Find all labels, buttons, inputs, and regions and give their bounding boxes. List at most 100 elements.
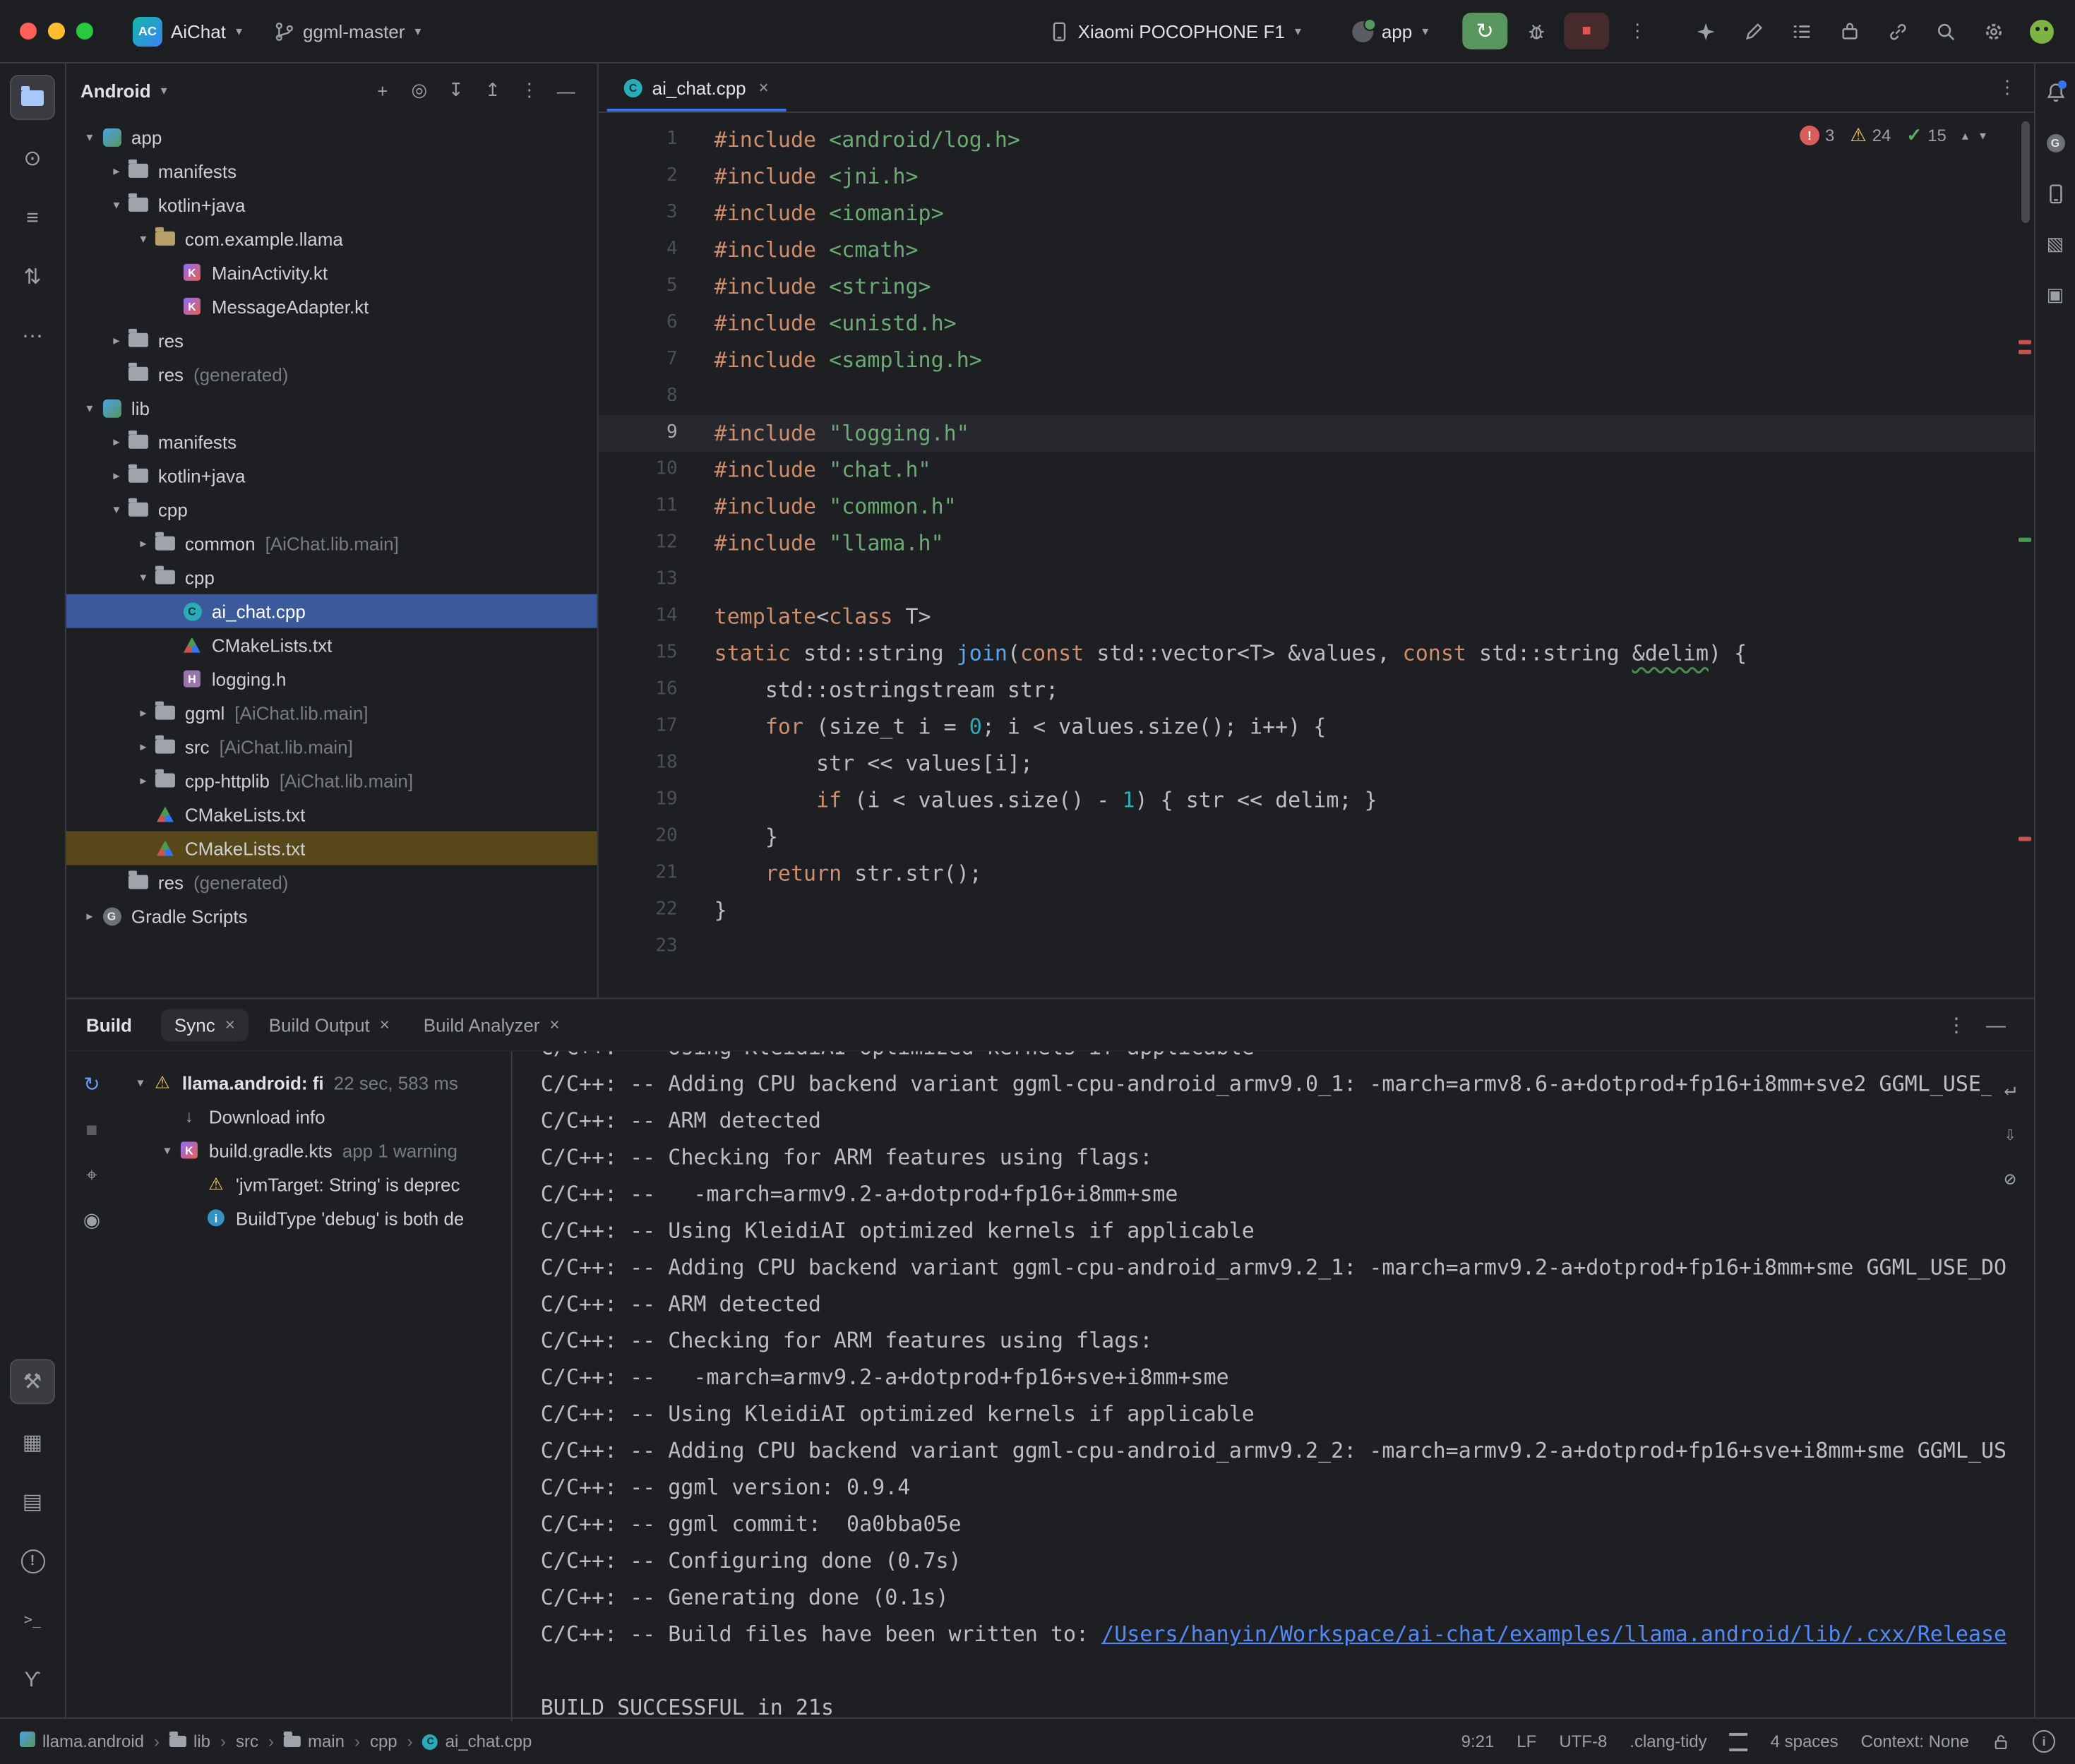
resource-manager-icon[interactable]: ▧ [2038, 227, 2072, 261]
todo-list-icon[interactable] [1784, 14, 1818, 48]
close-tab-icon[interactable]: × [759, 78, 769, 97]
project-item-gradle-scripts[interactable]: ▸GGradle Scripts [66, 899, 597, 932]
plugins-icon[interactable] [1832, 14, 1866, 48]
editor-tab-ai_chat-cpp[interactable]: C ai_chat.cpp × [607, 64, 786, 112]
rerun-button[interactable]: ↻ [1462, 13, 1507, 49]
code-line-22[interactable]: 22} [599, 892, 2034, 928]
close-tab-icon[interactable]: × [380, 1014, 390, 1034]
edit-prompt-icon[interactable] [1736, 14, 1770, 48]
gradle-icon[interactable]: G [2038, 126, 2072, 160]
project-item-cpp[interactable]: ▾cpp [66, 493, 597, 527]
line-number[interactable]: 3 [599, 195, 678, 232]
build-icon[interactable]: ⚒ [10, 1359, 55, 1404]
chevron-collapsed-icon[interactable]: ▸ [104, 434, 128, 450]
line-number[interactable]: 14 [599, 599, 678, 635]
project-item-logging-h[interactable]: Hlogging.h [66, 662, 597, 696]
code-line-8[interactable]: 8 [599, 378, 2034, 415]
project-item-app[interactable]: ▾app [66, 120, 597, 154]
code-line-20[interactable]: 20 } [599, 819, 2034, 856]
build-tab-build-analyzer[interactable]: Build Analyzer× [409, 1008, 574, 1040]
filter-icon[interactable]: ◉ [73, 1201, 110, 1237]
code-line-19[interactable]: 19 if (i < values.size() - 1) { str << d… [599, 782, 2034, 819]
close-tab-icon[interactable]: × [549, 1014, 559, 1034]
code-line-15[interactable]: 15static std::string join(const std::vec… [599, 635, 2034, 672]
previous-problem-icon[interactable]: ▴ [1962, 128, 1968, 143]
project-item-src[interactable]: ▸src[AiChat.lib.main] [66, 730, 597, 764]
close-button[interactable] [20, 23, 37, 40]
line-number[interactable]: 23 [599, 928, 678, 965]
project-item-cmakelists-txt[interactable]: CMakeLists.txt [66, 832, 597, 865]
code-line-4[interactable]: 4#include <cmath> [599, 232, 2034, 268]
device-explorer-icon[interactable]: ▦ [11, 1421, 54, 1463]
caret-position[interactable]: 9:21 [1461, 1732, 1495, 1751]
running-devices-icon[interactable]: ▣ [2038, 278, 2072, 312]
chevron-collapsed-icon[interactable]: ▸ [131, 705, 155, 721]
sync-item-build-gradle-kts[interactable]: ▾Kbuild.gradle.ktsapp 1 warning [117, 1133, 511, 1167]
project-item-common[interactable]: ▸common[AiChat.lib.main] [66, 527, 597, 560]
project-item-res[interactable]: res(generated) [66, 865, 597, 899]
settings-icon[interactable] [1976, 14, 2010, 48]
project-item-kotlin-java[interactable]: ▾kotlin+java [66, 188, 597, 222]
code-line-9[interactable]: 9#include "logging.h" [599, 415, 2034, 452]
lock-widget[interactable] [1992, 1732, 2010, 1751]
code-line-10[interactable]: 10#include "chat.h" [599, 452, 2034, 488]
code-editor[interactable]: !3 ⚠24 ✓15 ▴▾ 1#include <android/log.h>2… [599, 113, 2034, 997]
chevron-collapsed-icon[interactable]: ▸ [104, 163, 128, 179]
build-tab-build-output[interactable]: Build Output× [255, 1008, 404, 1040]
next-problem-icon[interactable]: ▾ [1980, 128, 1986, 143]
line-number[interactable]: 9 [599, 415, 678, 452]
device-manager-icon[interactable] [2038, 176, 2072, 210]
errors-badge[interactable]: !3 [1800, 126, 1834, 145]
code-line-12[interactable]: 12#include "llama.h" [599, 525, 2034, 562]
clear-icon[interactable]: ⊘ [1992, 1161, 2028, 1198]
project-item-mainactivity-kt[interactable]: KMainActivity.kt [66, 256, 597, 289]
project-view-selector[interactable]: Android [80, 80, 151, 101]
code-line-18[interactable]: 18 str << values[i]; [599, 745, 2034, 782]
line-number[interactable]: 22 [599, 892, 678, 928]
build-caption[interactable]: Build [86, 1014, 132, 1035]
highlighting-level-widget[interactable]: i [2033, 1730, 2055, 1753]
line-ending-selector[interactable]: LF [1517, 1732, 1536, 1751]
run-config-selector[interactable]: app ▾ [1341, 15, 1440, 47]
project-item-manifests[interactable]: ▸manifests [66, 154, 597, 188]
line-number[interactable]: 6 [599, 305, 678, 342]
structure-icon[interactable]: ≡ [11, 196, 54, 239]
breadcrumb-main[interactable]: main [284, 1732, 345, 1751]
code-line-6[interactable]: 6#include <unistd.h> [599, 305, 2034, 342]
project-item-com-example-llama[interactable]: ▾com.example.llama [66, 222, 597, 256]
chevron-expanded-icon[interactable]: ▾ [78, 400, 102, 416]
debug-button[interactable] [1516, 13, 1555, 49]
chevron-collapsed-icon[interactable]: ▸ [78, 908, 102, 923]
sync-item-buildtype-debug-is-both-de[interactable]: iBuildType 'debug' is both de [117, 1201, 511, 1235]
line-number[interactable]: 18 [599, 745, 678, 782]
chevron-expanded-icon[interactable]: ▾ [128, 1074, 153, 1090]
line-number[interactable]: 10 [599, 452, 678, 488]
vcs-widget[interactable]: ggml-master ▾ [262, 15, 432, 47]
error-stripe-mark[interactable] [2019, 340, 2031, 344]
line-number[interactable]: 21 [599, 856, 678, 892]
locate-icon[interactable]: ◎ [402, 73, 436, 107]
problems-icon[interactable]: ! [11, 1540, 54, 1582]
project-item-ggml[interactable]: ▸ggml[AiChat.lib.main] [66, 696, 597, 730]
project-icon[interactable] [10, 75, 55, 120]
zoom-button[interactable] [76, 23, 93, 40]
editor-scrollbar[interactable] [2021, 121, 2030, 223]
project-item-cmakelists-txt[interactable]: CMakeLists.txt [66, 798, 597, 832]
code-line-21[interactable]: 21 return str.str(); [599, 856, 2034, 892]
profile-icon[interactable] [2024, 14, 2058, 48]
line-number[interactable]: 11 [599, 488, 678, 525]
code-line-11[interactable]: 11#include "common.h" [599, 488, 2034, 525]
chevron-expanded-icon[interactable]: ▾ [104, 502, 128, 517]
status-lines-icon[interactable] [1730, 1732, 1748, 1751]
breadcrumb-src[interactable]: src [236, 1732, 258, 1751]
code-line-13[interactable]: 13 [599, 562, 2034, 599]
logcat-icon[interactable]: ▤ [11, 1480, 54, 1523]
chevron-collapsed-icon[interactable]: ▸ [104, 468, 128, 484]
code-line-3[interactable]: 3#include <iomanip> [599, 195, 2034, 232]
project-item-cpp[interactable]: ▾cpp [66, 560, 597, 594]
line-number[interactable]: 20 [599, 819, 678, 856]
chevron-expanded-icon[interactable]: ▾ [131, 231, 155, 246]
line-number[interactable]: 8 [599, 378, 678, 415]
project-item-manifests[interactable]: ▸manifests [66, 425, 597, 459]
stop-button[interactable]: ■ [1564, 13, 1609, 49]
